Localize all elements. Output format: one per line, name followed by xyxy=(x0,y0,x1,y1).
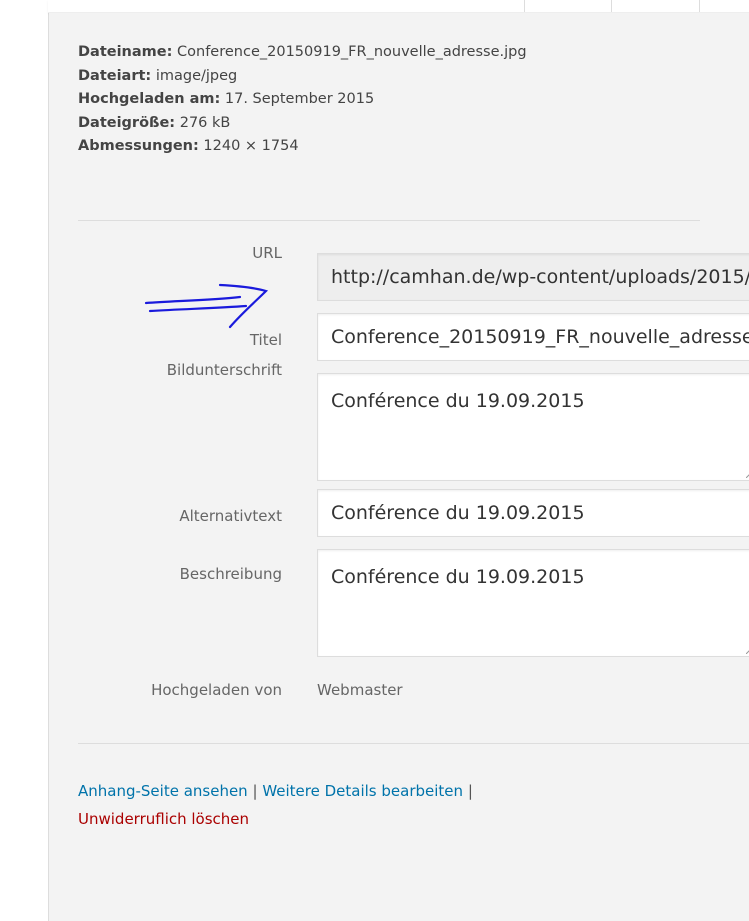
uploaded-by-label: Hochgeladen von xyxy=(151,681,282,699)
url-label: URL xyxy=(252,244,282,262)
filesize-row: Dateigröße: 276 kB xyxy=(78,112,527,136)
action-separator: | xyxy=(467,782,473,800)
filename-value: Conference_20150919_FR_nouvelle_adresse.… xyxy=(177,44,527,60)
title-label: Titel xyxy=(249,331,282,349)
title-field[interactable]: Conference_20150919_FR_nouvelle_adresse xyxy=(317,313,749,361)
caption-text: Conférence du 19.09.2015 xyxy=(331,390,585,412)
description-label: Beschreibung xyxy=(179,565,282,583)
uploaded-on-row: Hochgeladen am: 17. September 2015 xyxy=(78,88,527,112)
dimensions-value: 1240 × 1754 xyxy=(203,138,299,154)
uploaded-on-value: 17. September 2015 xyxy=(224,91,375,107)
description-text: Conférence du 19.09.2015 xyxy=(331,566,585,588)
alt-text-field[interactable]: Conférence du 19.09.2015 xyxy=(317,489,749,537)
caption-textarea[interactable]: Conférence du 19.09.2015 xyxy=(317,373,749,481)
uploaded-by-value: Webmaster xyxy=(317,681,403,699)
attachment-details-panel: Dateiname: Conference_20150919_FR_nouvel… xyxy=(49,13,749,921)
section-divider xyxy=(78,220,700,221)
filesize-value: 276 kB xyxy=(179,114,231,131)
left-gutter xyxy=(0,0,49,921)
toolbar-separator xyxy=(611,0,612,12)
toolbar-separator xyxy=(524,0,525,12)
uploaded-on-label: Hochgeladen am: xyxy=(78,91,221,107)
filetype-label: Dateiart: xyxy=(78,67,152,84)
caption-label: Bildunterschrift xyxy=(166,361,282,379)
top-toolbar xyxy=(48,0,749,13)
alt-text-label: Alternativtext xyxy=(179,507,282,525)
delete-permanently-link[interactable]: Unwiderruflich löschen xyxy=(78,810,249,828)
attachment-actions: Anhang-Seite ansehen | Weitere Details b… xyxy=(78,777,473,833)
url-field[interactable]: http://camhan.de/wp-content/uploads/2015… xyxy=(317,253,749,301)
dimensions-label: Abmessungen: xyxy=(78,138,199,154)
toolbar-separator xyxy=(699,0,700,12)
edit-more-details-link[interactable]: Weitere Details bearbeiten xyxy=(262,782,463,800)
filetype-value: image/jpeg xyxy=(155,67,238,84)
filename-row: Dateiname: Conference_20150919_FR_nouvel… xyxy=(78,41,527,65)
filetype-row: Dateiart: image/jpeg xyxy=(78,65,527,89)
section-divider xyxy=(78,743,749,744)
action-separator: | xyxy=(252,782,258,800)
dimensions-row: Abmessungen: 1240 × 1754 xyxy=(78,135,527,159)
filename-label: Dateiname: xyxy=(78,44,173,60)
filesize-label: Dateigröße: xyxy=(78,114,176,131)
view-attachment-page-link[interactable]: Anhang-Seite ansehen xyxy=(78,782,248,800)
description-textarea[interactable]: Conférence du 19.09.2015 xyxy=(317,549,749,657)
file-details: Dateiname: Conference_20150919_FR_nouvel… xyxy=(78,41,527,159)
